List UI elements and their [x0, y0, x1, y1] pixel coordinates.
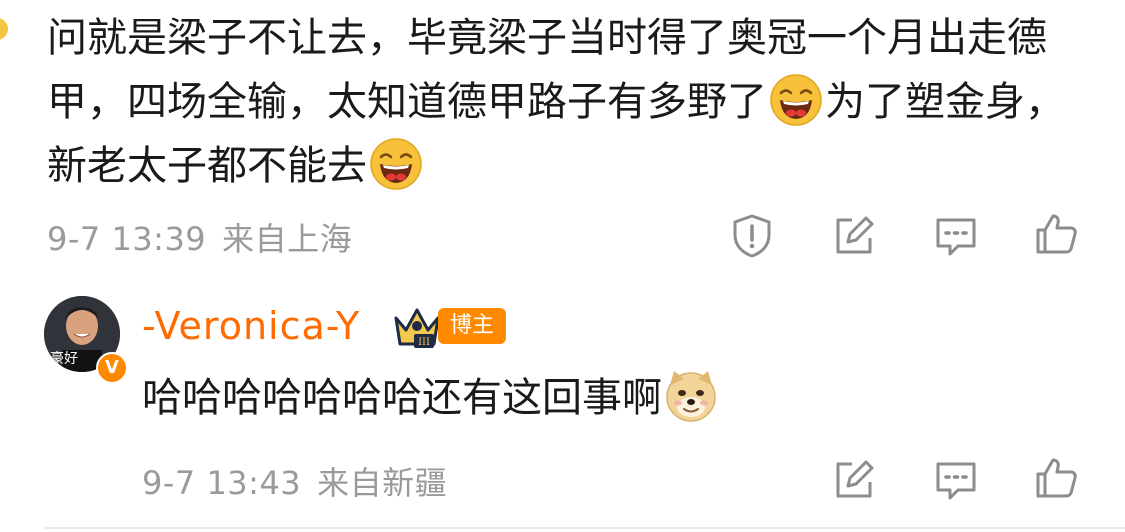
reply-time: 9-7 13:43	[142, 464, 302, 502]
like-icon[interactable]	[1032, 210, 1080, 258]
report-icon[interactable]	[728, 212, 776, 260]
previous-avatar[interactable]	[0, 18, 8, 40]
comment-location: 来自上海	[222, 220, 353, 258]
comment-text: 问就是梁子不让去，毕竟梁子当时得了奥冠一个月出走德甲，四场全输，太知道德甲路子有…	[47, 6, 1087, 198]
crown-badge-icon: III	[394, 308, 440, 348]
reply-icon[interactable]	[932, 456, 980, 504]
author-tag: 博主	[438, 308, 507, 344]
divider	[44, 527, 1125, 529]
reply-username[interactable]: -Veronica-Y	[142, 304, 360, 348]
laughing-emoji-icon	[370, 138, 422, 190]
repost-icon[interactable]	[830, 212, 878, 260]
reply-icon[interactable]	[932, 212, 980, 260]
comment-meta: 9-7 13:39 来自上海	[47, 214, 352, 260]
reply-meta: 9-7 13:43 来自新疆	[142, 458, 447, 504]
reply-text: 哈哈哈哈哈哈哈还有这回事啊	[142, 366, 720, 430]
doge-emoji-icon	[666, 371, 716, 422]
reply-location: 来自新疆	[317, 464, 448, 502]
repost-icon[interactable]	[830, 456, 878, 504]
avatar-caption: 豪好	[50, 351, 78, 367]
verified-badge: V	[96, 352, 128, 384]
laughing-emoji-icon	[770, 74, 822, 126]
reply-text-content: 哈哈哈哈哈哈哈还有这回事啊	[142, 375, 662, 421]
like-icon[interactable]	[1032, 454, 1080, 502]
svg-text:III: III	[418, 337, 430, 348]
comment-time: 9-7 13:39	[47, 220, 207, 258]
